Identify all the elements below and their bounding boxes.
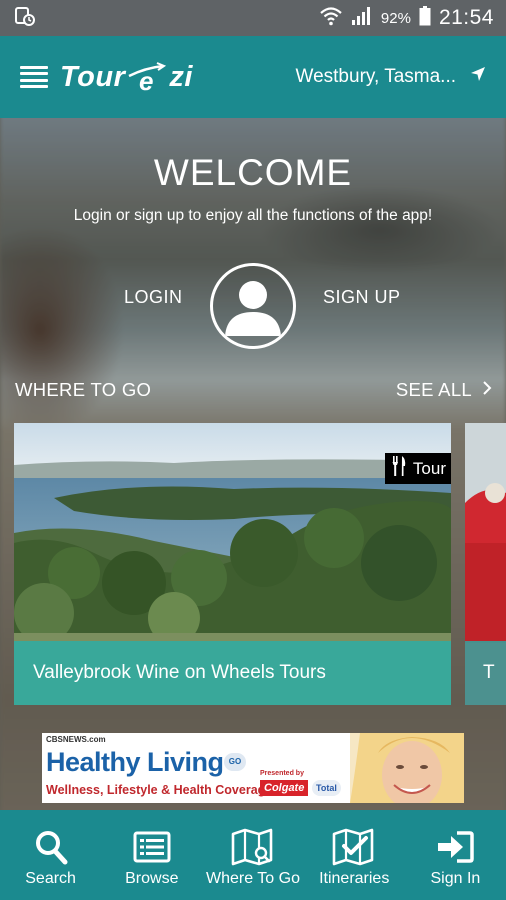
search-icon xyxy=(34,828,68,866)
nav-where-to-go-label: Where To Go xyxy=(206,870,300,887)
nav-browse-label: Browse xyxy=(125,870,179,887)
sign-in-icon xyxy=(435,828,475,866)
cutlery-icon xyxy=(391,456,407,481)
welcome-subtitle: Login or sign up to enjoy all the functi… xyxy=(73,207,433,224)
nav-itineraries-label: Itineraries xyxy=(319,870,390,887)
ad-brand: Colgate xyxy=(260,780,309,796)
app-logo: Tour e zi xyxy=(60,60,193,95)
chevron-right-icon xyxy=(482,379,492,401)
battery-percent: 92% xyxy=(380,9,411,27)
wifi-icon xyxy=(319,6,343,31)
destination-card-next[interactable]: T xyxy=(465,423,506,705)
ad-strapline: Wellness, Lifestyle & Health Coverage xyxy=(46,783,273,797)
signal-icon xyxy=(351,6,373,31)
status-time: 21:54 xyxy=(438,6,494,29)
see-all-label: SEE ALL xyxy=(395,379,472,400)
ad-photo xyxy=(350,733,464,803)
ad-source: CBSNEWS.com xyxy=(46,735,106,744)
where-to-go-title: WHERE TO GO xyxy=(15,379,152,400)
logo-swoosh-icon: e xyxy=(128,62,167,94)
map-icon xyxy=(231,828,275,866)
browse-icon xyxy=(133,828,171,866)
location-selector[interactable]: Westbury, Tasma... xyxy=(296,66,487,88)
signup-button[interactable]: SIGN UP xyxy=(323,287,401,308)
nav-where-to-go[interactable]: Where To Go xyxy=(202,810,303,900)
nav-itineraries[interactable]: Itineraries xyxy=(304,810,405,900)
ad-banner[interactable]: CBSNEWS.com Healthy Living GO Wellness, … xyxy=(42,733,464,803)
status-bar: 92% 21:54 xyxy=(0,0,506,36)
menu-icon[interactable] xyxy=(20,66,48,88)
login-button[interactable]: LOGIN xyxy=(124,287,183,308)
nav-search[interactable]: Search xyxy=(0,810,101,900)
avatar[interactable] xyxy=(210,263,296,349)
bottom-nav: Search Browse Where To Go Itineraries Si… xyxy=(0,810,506,900)
welcome-title: WELCOME xyxy=(153,152,353,193)
ad-presented-by: Presented by xyxy=(260,770,304,777)
svg-text:e: e xyxy=(139,66,154,94)
nav-sign-in[interactable]: Sign In xyxy=(405,810,506,900)
tour-badge-label: Tour xyxy=(412,458,446,478)
logo-text-left: Tour xyxy=(60,60,126,93)
logo-text-right: zi xyxy=(169,60,193,93)
itinerary-map-icon xyxy=(332,828,376,866)
nav-browse[interactable]: Browse xyxy=(101,810,202,900)
ad-brand-secondary: Total xyxy=(312,780,341,796)
nav-sign-in-label: Sign In xyxy=(430,870,481,887)
ad-tag: GO xyxy=(224,753,246,771)
destination-card[interactable]: Tour Valleybrook Wine on Wheels Tours xyxy=(14,423,451,705)
app-header: Tour e zi Westbury, Tasma... xyxy=(0,36,506,118)
destination-card-title: Valleybrook Wine on Wheels Tours xyxy=(14,641,451,705)
nav-search-label: Search xyxy=(25,870,76,887)
battery-icon xyxy=(419,5,431,31)
screenshot-icon xyxy=(14,6,36,31)
tour-badge: Tour xyxy=(384,453,451,484)
see-all-button[interactable]: SEE ALL xyxy=(396,379,492,401)
ad-title: Healthy Living xyxy=(46,747,224,777)
user-avatar-icon xyxy=(213,266,293,346)
destination-card-next-title: T xyxy=(465,641,506,705)
location-label: Westbury, Tasma... xyxy=(295,66,457,87)
location-arrow-icon xyxy=(470,66,486,88)
